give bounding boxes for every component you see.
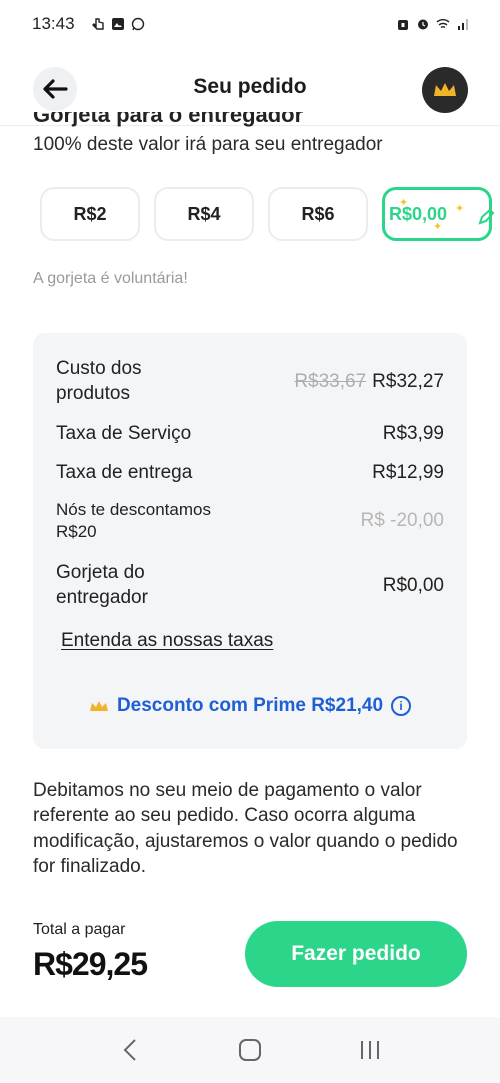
system-nav-bar xyxy=(0,1017,500,1083)
tip-option-6[interactable]: R$6 xyxy=(268,187,368,241)
summary-row-discount: Nós te descontamos R$20 R$ -20,00 xyxy=(56,498,444,544)
prime-discount-text: Desconto com Prime R$21,40 xyxy=(116,695,384,716)
summary-row-service-fee: Taxa de Serviço R$3,99 xyxy=(56,419,444,449)
summary-value: R$0,00 xyxy=(382,575,444,596)
place-order-button[interactable]: Fazer pedido xyxy=(245,921,467,987)
arrow-left-icon xyxy=(43,79,68,99)
total-label: Total a pagar xyxy=(33,921,126,938)
summary-value: R$ -20,00 xyxy=(360,510,444,531)
fees-info-link[interactable]: Entenda as nossas taxas xyxy=(61,630,273,652)
info-icon[interactable]: i xyxy=(391,696,412,716)
tip-options: R$2 R$4 R$6 R$0,00 ✦ ✦ ✦ xyxy=(40,186,500,244)
lock-icon xyxy=(398,20,408,30)
order-summary-card: Custo dos produtos R$33,67 R$32,27 Taxa … xyxy=(33,333,467,749)
tip-subtitle: 100% deste valor irá para seu entregador xyxy=(33,134,383,155)
crown-icon xyxy=(89,701,108,711)
summary-label: Taxa de entrega xyxy=(56,461,193,483)
wifi-icon xyxy=(436,19,450,29)
summary-row-delivery-fee: Taxa de entrega R$12,99 xyxy=(56,458,444,488)
status-right xyxy=(396,17,470,31)
discounted-price: R$32,27 xyxy=(372,371,444,392)
whatsapp-icon xyxy=(131,17,144,31)
payment-disclaimer: Debitamos no seu meio de pagamento o val… xyxy=(33,780,458,878)
sparkle-icon: ✦ xyxy=(399,197,409,209)
tip-option-custom[interactable]: R$0,00 ✦ ✦ ✦ xyxy=(382,187,495,241)
summary-label: Taxa de Serviço xyxy=(56,422,192,444)
summary-value: R$3,99 xyxy=(382,423,444,444)
sparkle-icon: ✦ xyxy=(455,203,465,215)
chevron-left-icon xyxy=(123,1039,136,1061)
summary-value: R$12,99 xyxy=(372,462,444,483)
recents-icon xyxy=(361,1041,379,1059)
edit-icon xyxy=(478,208,495,225)
summary-value: R$33,67 R$32,27 xyxy=(294,371,444,393)
prime-discount: Desconto com Prime R$21,40 i xyxy=(33,695,467,717)
total-value: R$29,25 xyxy=(33,946,148,982)
tap-icon xyxy=(91,18,104,30)
back-button[interactable] xyxy=(33,67,77,111)
summary-label: Gorjeta do entregador xyxy=(56,562,148,608)
image-icon xyxy=(111,18,124,30)
nav-recents-button[interactable] xyxy=(350,1030,390,1070)
page-title: Seu pedido xyxy=(193,74,307,98)
summary-label: Custo dos produtos xyxy=(56,358,142,404)
tip-option-4[interactable]: R$4 xyxy=(154,187,254,241)
sparkle-icon: ✦ xyxy=(433,221,443,233)
tip-heading-clipped: Gorjeta para o entregador xyxy=(33,112,304,127)
signal-icon xyxy=(458,19,468,30)
summary-row-products: Custo dos produtos R$33,67 R$32,27 xyxy=(56,356,444,408)
nav-back-button[interactable] xyxy=(110,1030,150,1070)
original-price: R$33,67 xyxy=(294,371,367,392)
nav-home-button[interactable] xyxy=(230,1030,270,1070)
prime-button[interactable] xyxy=(422,67,468,113)
status-bar: 13:43 xyxy=(0,0,500,48)
home-icon xyxy=(239,1039,261,1061)
status-left: 13:43 xyxy=(32,14,145,34)
summary-label: Nós te descontamos R$20 xyxy=(56,499,211,541)
crown-icon xyxy=(434,83,456,96)
alarm-icon xyxy=(418,19,428,30)
status-time: 13:43 xyxy=(32,14,75,33)
tip-voluntary-note: A gorjeta é voluntária! xyxy=(33,270,188,287)
tip-option-2[interactable]: R$2 xyxy=(40,187,140,241)
summary-row-tip: Gorjeta do entregador R$0,00 xyxy=(56,560,444,612)
